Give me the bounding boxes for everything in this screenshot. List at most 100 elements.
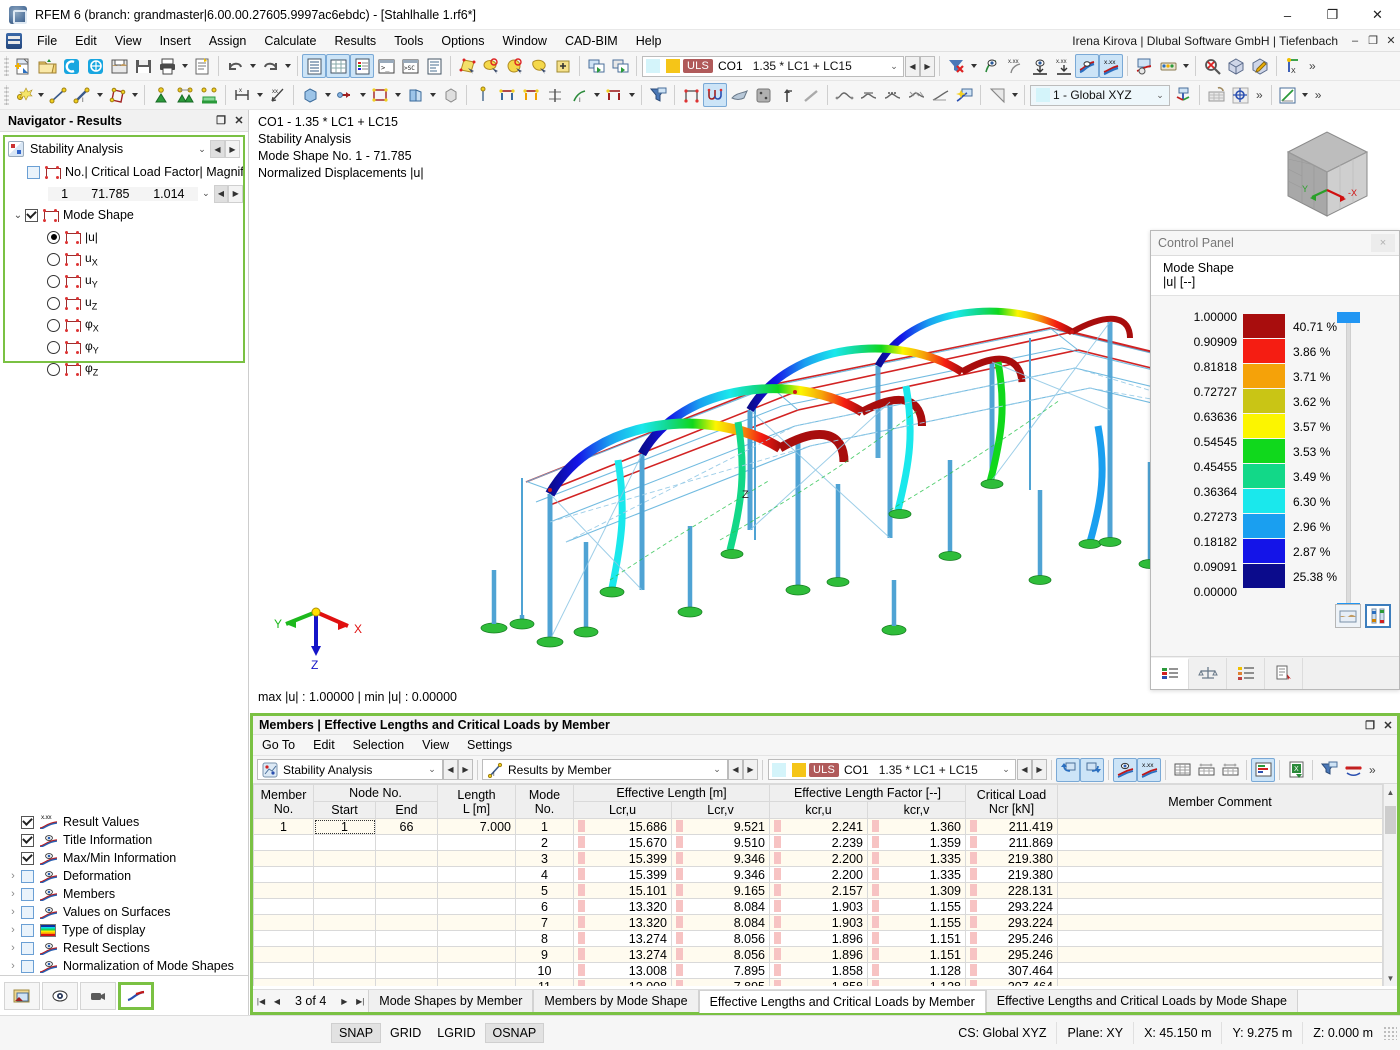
cell-mode-no[interactable]: 11 — [516, 979, 574, 987]
results-table-icon[interactable] — [326, 54, 350, 78]
cell-mode-no[interactable]: 3 — [516, 851, 574, 867]
edit-view-icon[interactable] — [1248, 54, 1272, 78]
values-prev-button[interactable]: ◀ — [214, 185, 229, 203]
coordinate-system-combo[interactable]: 1 - Global XYZ ⌄ — [1030, 85, 1170, 106]
cell-mode-no[interactable]: 7 — [516, 915, 574, 931]
cell-mode-no[interactable]: 1 — [516, 819, 574, 835]
sheet-tab-effective-lengths-by-member[interactable]: Effective Lengths and Critical Loads by … — [699, 990, 986, 1013]
cell-kcrv[interactable]: 1.151 — [868, 931, 966, 947]
cell-member-comment[interactable] — [1058, 947, 1383, 963]
cell-ncr[interactable]: 307.464 — [966, 963, 1058, 979]
member-result-dropdown-arrow[interactable] — [591, 83, 602, 107]
cell-node-start[interactable] — [314, 851, 376, 867]
cell-mode-no[interactable]: 9 — [516, 947, 574, 963]
mode-shape-icon[interactable] — [703, 83, 727, 107]
cell-lcrv[interactable]: 8.056 — [672, 931, 770, 947]
grid-button[interactable]: GRID — [383, 1024, 428, 1042]
cell-length[interactable] — [438, 851, 516, 867]
member-result-icon[interactable]: I — [567, 83, 591, 107]
printout-report-icon[interactable] — [190, 54, 214, 78]
cell-lcrv[interactable]: 9.510 — [672, 835, 770, 851]
save-as-icon[interactable] — [107, 54, 131, 78]
select-by-window-icon[interactable] — [455, 54, 479, 78]
result-sections-checkbox[interactable] — [21, 942, 34, 955]
new-member-dropdown-arrow[interactable] — [94, 83, 105, 107]
model-viewport[interactable]: CO1 - 1.35 * LC1 + LC15 Stability Analys… — [250, 110, 1400, 710]
line-load-icon[interactable] — [368, 83, 392, 107]
sync-selection-from-model-icon[interactable] — [1080, 758, 1104, 782]
table-results-next-button[interactable]: ▶ — [743, 759, 758, 780]
display-item-members[interactable]: › Members — [5, 885, 248, 903]
resize-grip[interactable] — [1383, 1026, 1397, 1040]
solid-view-icon[interactable] — [751, 83, 775, 107]
cell-kcru[interactable]: 2.241 — [770, 819, 868, 835]
cell-kcrv[interactable]: 1.359 — [868, 835, 966, 851]
new-window-icon[interactable] — [584, 54, 608, 78]
command-console-icon[interactable]: >_ — [374, 54, 398, 78]
cell-member-no[interactable] — [254, 947, 314, 963]
display-item-result-sections[interactable]: › Result Sections — [5, 939, 248, 957]
nodal-support-icon[interactable] — [149, 83, 173, 107]
th-lcrv[interactable]: Lcr,v — [672, 802, 770, 819]
view-cube[interactable]: Y -X — [1272, 118, 1382, 228]
cell-length[interactable] — [438, 835, 516, 851]
table-row[interactable]: 813.2748.0561.8961.151295.246 — [254, 931, 1383, 947]
cell-mode-no[interactable]: 8 — [516, 931, 574, 947]
component-row-uy[interactable]: uY — [5, 270, 243, 292]
chart-results-icon[interactable] — [1276, 83, 1300, 107]
cell-lcrv[interactable]: 8.084 — [672, 899, 770, 915]
cell-lcrv[interactable]: 8.056 — [672, 947, 770, 963]
critical-load-values-row[interactable]: 1 71.785 1.014 ⌄ ◀ ▶ — [48, 183, 243, 204]
line-support-icon[interactable] — [173, 83, 197, 107]
sync-selection-to-model-icon[interactable] — [1056, 758, 1080, 782]
page-last-button[interactable]: ▶| — [352, 991, 368, 1012]
results-navigator-tab[interactable] — [118, 982, 154, 1010]
render-settings-icon[interactable] — [1132, 54, 1156, 78]
table-analysis-next-button[interactable]: ▶ — [458, 759, 473, 780]
new-node-icon[interactable] — [11, 83, 35, 107]
cell-ncr[interactable]: 295.246 — [966, 931, 1058, 947]
mode-shape-expander[interactable]: ⌄ — [11, 210, 25, 221]
member-division-icon[interactable] — [543, 83, 567, 107]
cloud-storage-icon[interactable] — [59, 54, 83, 78]
members-checkbox[interactable] — [21, 888, 34, 901]
cell-ncr[interactable]: 307.464 — [966, 979, 1058, 987]
cell-node-start[interactable] — [314, 979, 376, 987]
values-on-surfaces-expander[interactable]: › — [5, 906, 21, 918]
results-grid[interactable]: MemberNo. Node No. LengthL [m] ModeNo. E… — [253, 784, 1397, 986]
show-result-values-icon[interactable] — [979, 54, 1003, 78]
cell-member-comment[interactable] — [1058, 899, 1383, 915]
th-kcrv[interactable]: kcr,v — [868, 802, 966, 819]
cell-member-no[interactable] — [254, 979, 314, 987]
menu-insert[interactable]: Insert — [151, 32, 200, 50]
filter-clear-icon[interactable] — [944, 54, 968, 78]
table-panel-close-button[interactable]: ✕ — [1379, 719, 1397, 732]
table-row[interactable]: 713.3208.0841.9031.155293.224 — [254, 915, 1383, 931]
cell-member-no[interactable] — [254, 851, 314, 867]
component-radio-phiz[interactable] — [47, 363, 60, 376]
zoom-reset-icon[interactable] — [1200, 54, 1224, 78]
filter-dropdown-arrow[interactable] — [968, 54, 979, 78]
color-table-icon[interactable] — [350, 54, 374, 78]
cell-lcru[interactable]: 13.008 — [574, 963, 672, 979]
cell-kcru[interactable]: 2.239 — [770, 835, 868, 851]
sheet-tab-members-by-mode-shape[interactable]: Members by Mode Shape — [533, 990, 698, 1012]
table-menu-go-to[interactable]: Go To — [253, 736, 304, 754]
th-mode-no[interactable]: ModeNo. — [516, 785, 574, 819]
cell-node-end[interactable] — [376, 835, 438, 851]
display-settings-dropdown-arrow[interactable] — [1009, 83, 1020, 107]
list-panel-icon[interactable] — [422, 54, 446, 78]
grid-vertical-scrollbar[interactable]: ▲ ▼ — [1383, 784, 1397, 986]
th-node-end[interactable]: End — [376, 802, 438, 819]
value-range-button[interactable] — [1365, 604, 1391, 628]
table-analysis-caret[interactable]: ⌄ — [422, 764, 442, 775]
menu-cad-bim[interactable]: CAD-BIM — [556, 32, 627, 50]
cell-mode-no[interactable]: 6 — [516, 899, 574, 915]
menu-tools[interactable]: Tools — [385, 32, 432, 50]
window-maximize-button[interactable]: ❐ — [1310, 0, 1355, 30]
cell-lcru[interactable]: 15.686 — [574, 819, 672, 835]
deformation-diagram-icon[interactable] — [904, 83, 928, 107]
table-load-case-combo[interactable]: ULS CO1 1.35 * LC1 + LC15 ⌄ — [768, 759, 1016, 780]
cell-kcrv[interactable]: 1.360 — [868, 819, 966, 835]
table-case-next-button[interactable]: ▶ — [1032, 759, 1047, 780]
